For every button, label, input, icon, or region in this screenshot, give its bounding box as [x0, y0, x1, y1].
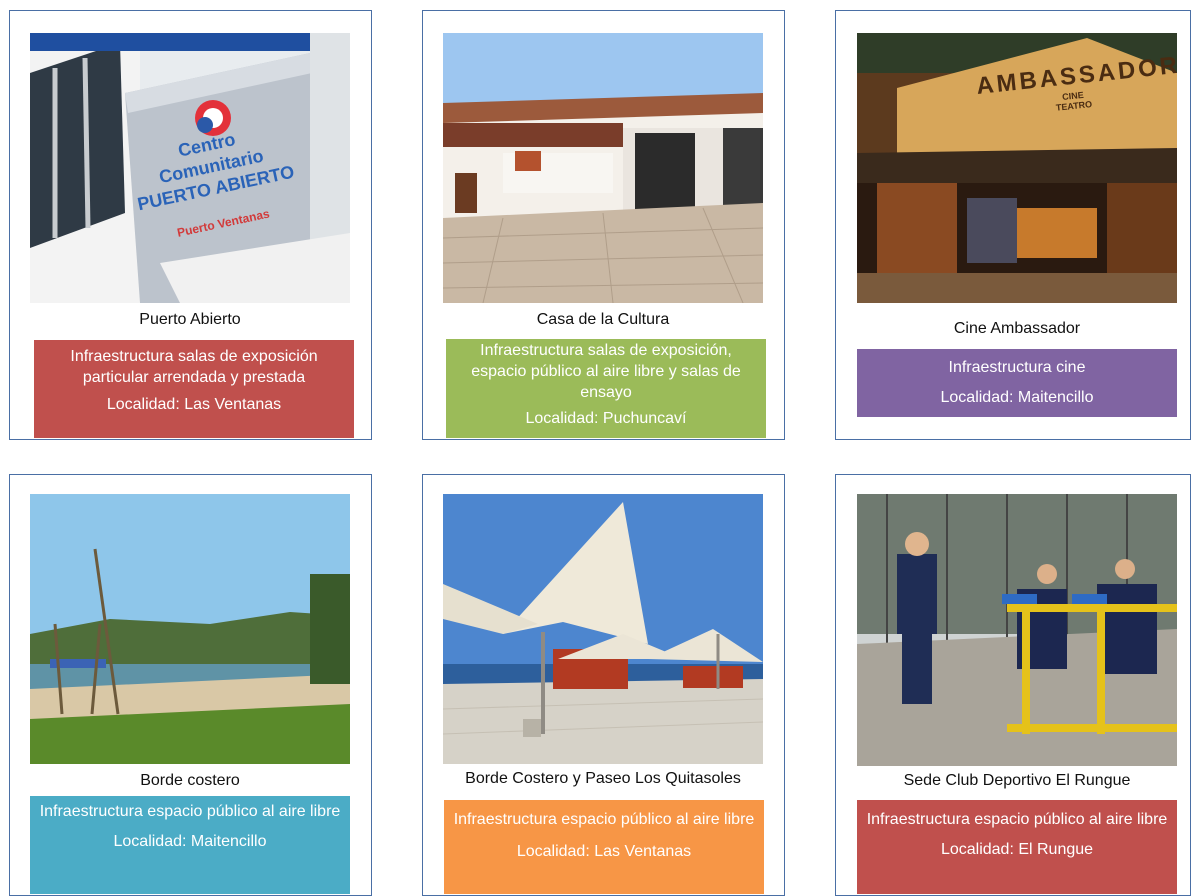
info-description: Infraestructura espacio público al aire …	[39, 803, 341, 820]
card-title: Borde costero	[140, 772, 240, 789]
info-location: Localidad: El Rungue	[940, 841, 1094, 858]
info-description: Infraestructura salas de exposición, esp…	[471, 342, 741, 401]
card-title: Borde Costero y Paseo Los Quitasoles	[465, 770, 741, 787]
photo-borde-costero	[30, 494, 350, 764]
card-title: Sede Club Deportivo El Rungue	[903, 772, 1131, 789]
card-title: Cine Ambassador	[953, 320, 1081, 337]
photo-club-deportivo-el-rungue	[857, 494, 1177, 766]
info-location: Localidad: Maitencillo	[113, 833, 267, 850]
info-box: Infraestructura espacio público al aire …	[30, 796, 350, 894]
info-location: Localidad: Las Ventanas	[106, 396, 282, 413]
photo-cine-ambassador: AMBASSADOR CINE TEATRO	[857, 33, 1177, 303]
info-box: Infraestructura cine Localidad: Maitenci…	[857, 349, 1177, 417]
info-description: Infraestructura espacio público al aire …	[453, 811, 755, 828]
info-description: Infraestructura salas de exposición part…	[70, 348, 318, 386]
info-location: Localidad: Las Ventanas	[516, 843, 692, 860]
info-description: Infraestructura cine	[948, 359, 1086, 376]
info-location: Localidad: Maitencillo	[940, 389, 1094, 406]
info-box: Infraestructura espacio público al aire …	[857, 800, 1177, 894]
photo-puerto-abierto: Centro Comunitario PUERTO ABIERTO Puerto…	[30, 33, 350, 303]
info-box: Infraestructura salas de exposición, esp…	[446, 339, 766, 438]
info-box: Infraestructura salas de exposición part…	[34, 340, 354, 438]
photo-casa-de-la-cultura	[443, 33, 763, 303]
card-title: Casa de la Cultura	[536, 311, 670, 328]
info-box: Infraestructura espacio público al aire …	[444, 800, 764, 894]
photo-paseo-los-quitasoles	[443, 494, 763, 764]
card-title: Puerto Abierto	[139, 311, 241, 328]
info-description: Infraestructura espacio público al aire …	[866, 811, 1168, 828]
info-location: Localidad: Puchuncaví	[525, 410, 687, 427]
